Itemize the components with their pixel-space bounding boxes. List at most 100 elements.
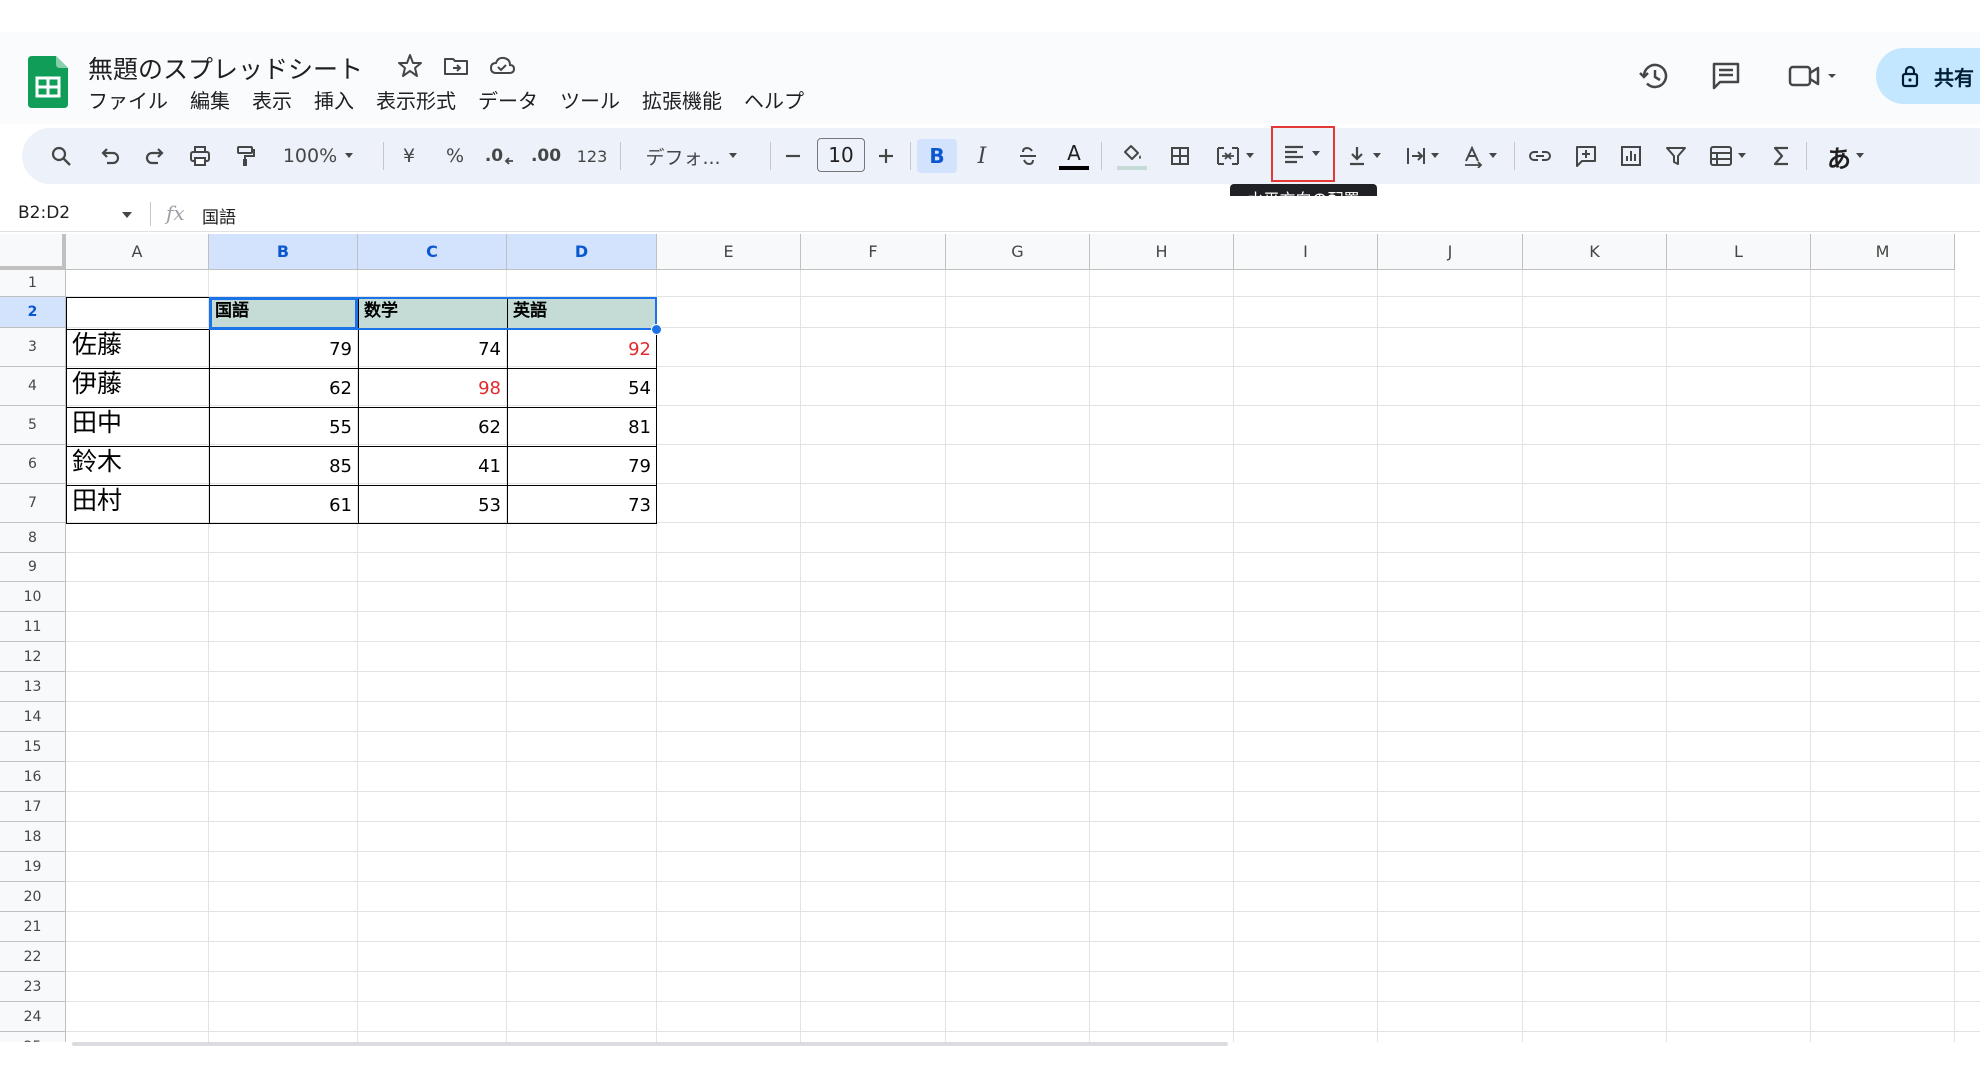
score-cell[interactable]: 92	[507, 328, 657, 367]
row-header-17[interactable]: 17	[0, 792, 66, 822]
row-header-9[interactable]: 9	[0, 553, 66, 582]
more-formats-button[interactable]: 123	[574, 139, 610, 173]
insert-chart-button[interactable]	[1614, 139, 1648, 173]
menu-data[interactable]: データ	[478, 88, 538, 114]
column-header-d[interactable]: D	[507, 234, 657, 270]
document-title[interactable]: 無題のスプレッドシート	[88, 50, 363, 86]
score-cell[interactable]: 55	[209, 406, 358, 445]
star-icon[interactable]	[396, 52, 424, 80]
currency-format-button[interactable]: ¥	[392, 139, 426, 173]
row-header-25[interactable]: 25	[0, 1032, 66, 1042]
score-cell[interactable]: 62	[209, 367, 358, 406]
column-header-f[interactable]: F	[801, 234, 946, 270]
column-header-j[interactable]: J	[1378, 234, 1523, 270]
name-box[interactable]: B2:D2	[18, 203, 70, 223]
decrease-decimal-button[interactable]: .0	[483, 139, 517, 173]
row-header-20[interactable]: 20	[0, 882, 66, 912]
row-header-5[interactable]: 5	[0, 406, 66, 445]
horizontal-align-dropdown[interactable]	[1271, 126, 1335, 182]
menu-insert[interactable]: 挿入	[314, 88, 354, 114]
row-header-21[interactable]: 21	[0, 912, 66, 942]
text-wrapping-dropdown[interactable]	[1398, 139, 1448, 173]
row-header-2[interactable]: 2	[0, 297, 66, 328]
text-color-button[interactable]: A	[1056, 139, 1092, 173]
row-header-6[interactable]: 6	[0, 445, 66, 484]
row-header-22[interactable]: 22	[0, 942, 66, 972]
merge-cells-button[interactable]	[1208, 139, 1266, 173]
row-header-13[interactable]: 13	[0, 672, 66, 702]
text-rotation-dropdown[interactable]	[1456, 139, 1506, 173]
create-filter-button[interactable]	[1659, 139, 1693, 173]
score-cell[interactable]: 62	[358, 406, 507, 445]
row-header-15[interactable]: 15	[0, 732, 66, 762]
column-header-k[interactable]: K	[1523, 234, 1667, 270]
sheets-logo-icon[interactable]	[28, 56, 68, 108]
select-all-corner[interactable]	[0, 234, 66, 270]
zoom-dropdown[interactable]: 100%	[276, 139, 368, 173]
name-cell[interactable]: 伊藤	[66, 367, 209, 406]
version-history-icon[interactable]	[1636, 58, 1672, 94]
menu-file[interactable]: ファイル	[88, 88, 168, 114]
column-header-m[interactable]: M	[1811, 234, 1955, 270]
column-header-g[interactable]: G	[946, 234, 1090, 270]
row-header-23[interactable]: 23	[0, 972, 66, 1002]
row-header-3[interactable]: 3	[0, 328, 66, 367]
font-dropdown[interactable]: デフォ...	[634, 139, 756, 173]
score-cell[interactable]: 61	[209, 484, 358, 523]
header-cell[interactable]: 数学	[358, 297, 507, 328]
horizontal-scrollbar[interactable]	[72, 1042, 1228, 1046]
formula-input[interactable]: 国語	[202, 203, 236, 228]
menu-help[interactable]: ヘルプ	[744, 88, 804, 114]
header-cell[interactable]: 英語	[507, 297, 657, 328]
font-size-input[interactable]: 10	[817, 138, 865, 172]
comments-icon[interactable]	[1708, 58, 1744, 94]
vertical-align-dropdown[interactable]	[1340, 139, 1390, 173]
column-header-i[interactable]: I	[1234, 234, 1378, 270]
row-header-19[interactable]: 19	[0, 852, 66, 882]
italic-button[interactable]: I	[965, 139, 999, 173]
row-header-11[interactable]: 11	[0, 612, 66, 642]
row-header-10[interactable]: 10	[0, 582, 66, 612]
score-cell[interactable]: 54	[507, 367, 657, 406]
row-header-18[interactable]: 18	[0, 822, 66, 852]
score-cell[interactable]: 74	[358, 328, 507, 367]
row-header-4[interactable]: 4	[0, 367, 66, 406]
score-cell[interactable]: 98	[358, 367, 507, 406]
row-header-12[interactable]: 12	[0, 642, 66, 672]
functions-button[interactable]	[1764, 139, 1798, 173]
fill-color-button[interactable]	[1114, 139, 1150, 173]
percent-format-button[interactable]: %	[438, 139, 472, 173]
score-cell[interactable]: 79	[209, 328, 358, 367]
score-cell[interactable]: 81	[507, 406, 657, 445]
meet-icon[interactable]	[1786, 58, 1842, 94]
print-button[interactable]	[183, 139, 217, 173]
cloud-status-icon[interactable]	[488, 52, 516, 80]
header-cell[interactable]: 国語	[209, 297, 358, 328]
row-header-7[interactable]: 7	[0, 484, 66, 523]
name-cell[interactable]: 田村	[66, 484, 209, 523]
insert-comment-button[interactable]	[1569, 139, 1603, 173]
decrease-font-size-button[interactable]	[778, 139, 808, 173]
paint-format-button[interactable]	[228, 139, 262, 173]
score-cell[interactable]: 85	[209, 445, 358, 484]
menu-extensions[interactable]: 拡張機能	[642, 88, 722, 114]
redo-button[interactable]	[138, 139, 172, 173]
strikethrough-button[interactable]	[1011, 139, 1045, 173]
name-cell[interactable]: 佐藤	[66, 328, 209, 367]
search-menus-button[interactable]	[44, 139, 78, 173]
menu-edit[interactable]: 編集	[190, 88, 230, 114]
name-cell[interactable]: 鈴木	[66, 445, 209, 484]
share-button[interactable]: 共有	[1876, 48, 1980, 104]
column-header-h[interactable]: H	[1090, 234, 1234, 270]
move-folder-icon[interactable]	[442, 52, 470, 80]
row-header-1[interactable]: 1	[0, 270, 66, 297]
menu-view[interactable]: 表示	[252, 88, 292, 114]
column-header-l[interactable]: L	[1667, 234, 1811, 270]
score-cell[interactable]: 41	[358, 445, 507, 484]
score-cell[interactable]: 53	[358, 484, 507, 523]
column-header-c[interactable]: C	[358, 234, 507, 270]
column-header-b[interactable]: B	[209, 234, 358, 270]
score-cell[interactable]: 73	[507, 484, 657, 523]
increase-decimal-button[interactable]: .00	[526, 139, 566, 173]
column-header-e[interactable]: E	[657, 234, 801, 270]
